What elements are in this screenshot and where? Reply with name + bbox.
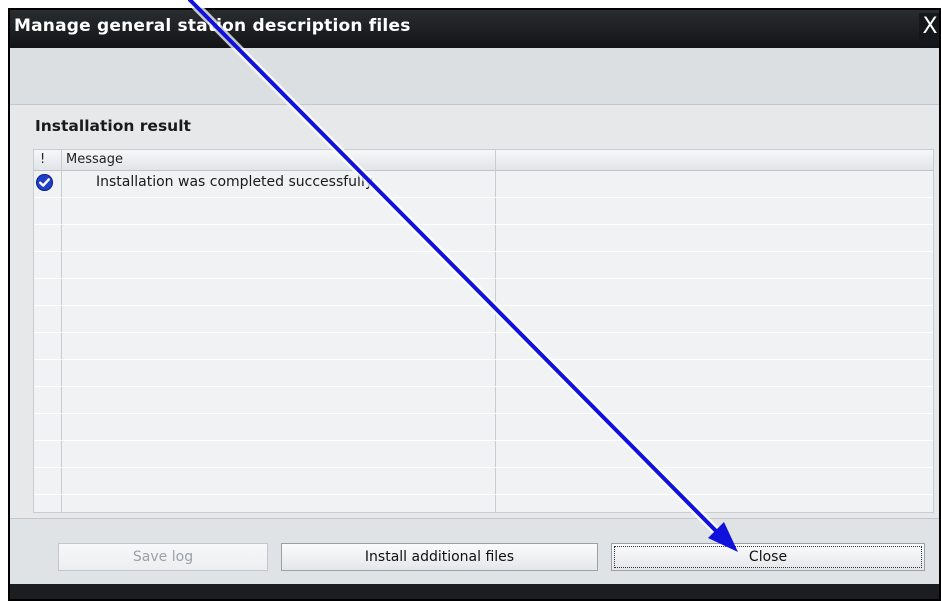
- dialog-window: Manage general station description files…: [8, 8, 941, 601]
- column-header-extra[interactable]: [496, 150, 933, 170]
- table-row: [34, 387, 933, 414]
- save-log-button[interactable]: Save log: [58, 543, 268, 571]
- column-header-status[interactable]: !: [36, 150, 61, 170]
- table-header: ! Message: [34, 150, 933, 171]
- content-panel: Installation result ! Message Installati…: [10, 105, 939, 518]
- close-window-button[interactable]: X: [919, 13, 939, 43]
- table-row: [34, 360, 933, 387]
- titlebar: Manage general station description files…: [10, 10, 939, 48]
- row-message: Installation was completed successfully.: [96, 174, 376, 190]
- table-row: [34, 441, 933, 468]
- table-row: [34, 252, 933, 279]
- check-circle-icon: [36, 174, 53, 191]
- table-row: [34, 333, 933, 360]
- column-header-message[interactable]: Message: [62, 150, 494, 170]
- result-table: ! Message Installation was completed suc…: [33, 149, 934, 513]
- install-additional-files-button[interactable]: Install additional files: [281, 543, 598, 571]
- table-row: [34, 225, 933, 252]
- table-body: Installation was completed successfully.: [34, 171, 933, 512]
- table-row: [34, 279, 933, 306]
- table-row: [34, 306, 933, 333]
- table-row: [34, 414, 933, 441]
- table-row: [34, 198, 933, 225]
- button-bar: Save log Install additional files Close: [10, 518, 939, 589]
- bottom-strip: [10, 584, 939, 599]
- toolbar-area: [10, 48, 939, 105]
- window-title: Manage general station description files: [14, 16, 411, 36]
- close-button[interactable]: Close: [611, 543, 925, 571]
- table-row: [34, 468, 933, 495]
- section-title: Installation result: [35, 117, 191, 135]
- table-row[interactable]: Installation was completed successfully.: [34, 171, 933, 198]
